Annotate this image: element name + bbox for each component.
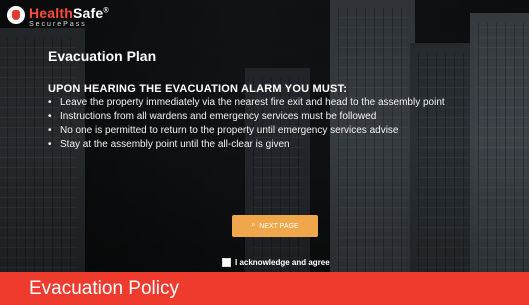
list-item: Stay at the assembly point until the all… (48, 139, 488, 151)
brand-name-prefix: Health (29, 5, 73, 21)
next-page-label: NEXT PAGE (259, 222, 299, 230)
brand-text: HealthSafe® SecurePass (29, 6, 109, 28)
brand-subtitle: SecurePass (29, 21, 87, 28)
footer-title: Evacuation Policy (29, 278, 179, 299)
healthsafe-logo-icon (7, 6, 25, 24)
list-item: Instructions from all wardens and emerge… (48, 111, 488, 123)
instruction-list: Leave the property immediately via the n… (48, 97, 488, 153)
next-page-button[interactable]: ⌕ NEXT PAGE (232, 215, 318, 237)
list-item: No one is permitted to return to the pro… (48, 125, 488, 137)
hero-background: HealthSafe® SecurePass Evacuation Plan U… (0, 0, 529, 278)
acknowledge-control[interactable]: I acknowledge and agree (222, 258, 330, 267)
page-title: Evacuation Plan (48, 48, 157, 64)
brand-name-suffix: Safe (73, 5, 104, 21)
footer-bar: Evacuation Policy (0, 272, 529, 305)
acknowledge-label: I acknowledge and agree (235, 258, 330, 267)
list-item: Leave the property immediately via the n… (48, 97, 488, 109)
checkbox-icon[interactable] (222, 258, 231, 267)
brand-logo: HealthSafe® SecurePass (7, 6, 109, 28)
slide-frame: HealthSafe® SecurePass Evacuation Plan U… (0, 0, 529, 305)
search-icon: ⌕ (251, 222, 256, 229)
instructions-heading: UPON HEARING THE EVACUATION ALARM YOU MU… (48, 83, 348, 95)
brand-name: HealthSafe® (29, 6, 109, 20)
brand-trademark: ® (103, 7, 109, 15)
